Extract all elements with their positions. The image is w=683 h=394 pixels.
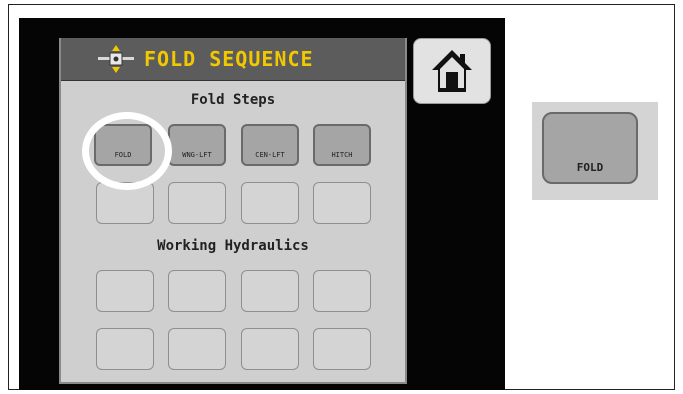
hydraulics-empty-slot[interactable] — [168, 270, 226, 312]
highlight-circle — [82, 112, 172, 190]
fold-step-wng-lft-button[interactable]: WNG-LFT — [168, 124, 226, 166]
fold-steps-heading: Fold Steps — [190, 92, 276, 108]
page-title: FOLD SEQUENCE — [144, 47, 314, 71]
fold-step-label: CEN-LFT — [255, 151, 285, 159]
implement-fold-icon — [98, 45, 134, 73]
fold-step-empty-slot[interactable] — [313, 182, 371, 224]
hydraulics-empty-slot[interactable] — [96, 270, 154, 312]
fold-button-zoomed[interactable]: FOLD — [542, 112, 638, 184]
fold-step-empty-slot[interactable] — [241, 182, 299, 224]
home-icon — [432, 50, 472, 92]
fold-step-label: WNG-LFT — [182, 151, 212, 159]
fold-step-hitch-button[interactable]: HITCH — [313, 124, 371, 166]
home-button[interactable] — [413, 38, 491, 104]
fold-step-cen-lft-button[interactable]: CEN-LFT — [241, 124, 299, 166]
hydraulics-empty-slot[interactable] — [313, 270, 371, 312]
hydraulics-empty-slot[interactable] — [168, 328, 226, 370]
hydraulics-empty-slot[interactable] — [241, 328, 299, 370]
hydraulics-empty-slot[interactable] — [313, 328, 371, 370]
fold-step-label: HITCH — [331, 151, 353, 159]
hydraulics-empty-slot[interactable] — [96, 328, 154, 370]
working-hydraulics-heading: Working Hydraulics — [157, 238, 309, 254]
fold-button-zoomed-label: FOLD — [576, 161, 604, 174]
fold-step-empty-slot[interactable] — [168, 182, 226, 224]
panel-header: FOLD SEQUENCE — [61, 38, 405, 81]
hydraulics-empty-slot[interactable] — [241, 270, 299, 312]
